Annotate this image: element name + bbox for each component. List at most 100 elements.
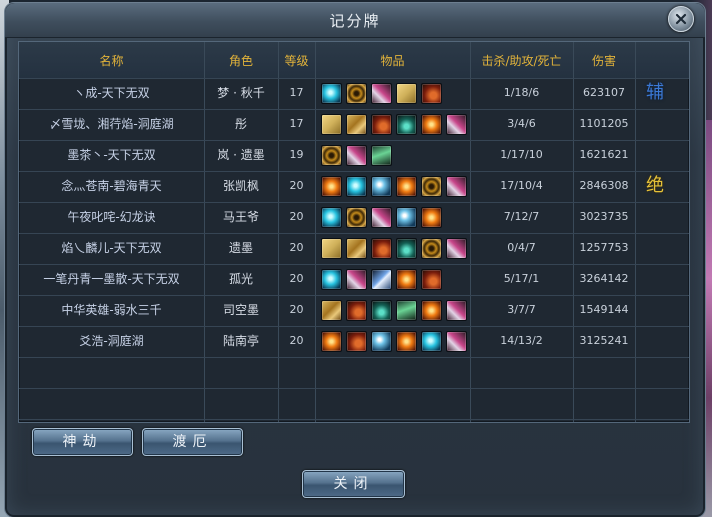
table-header: 名称 角色 等级 物品 击杀/助攻/死亡 伤害: [19, 42, 689, 78]
orb-item-icon[interactable]: [321, 82, 342, 104]
swirl-item-icon[interactable]: [346, 206, 367, 228]
fire-item-icon[interactable]: [396, 175, 417, 197]
player-level: 20: [289, 272, 304, 285]
header-items: 物品: [380, 54, 405, 68]
wings-item-icon[interactable]: [371, 206, 392, 228]
wings-item-icon[interactable]: [346, 144, 367, 166]
orb-item-icon[interactable]: [346, 175, 367, 197]
fire-item-icon[interactable]: [321, 175, 342, 197]
knot-item-icon[interactable]: [346, 237, 367, 259]
gourd-item-icon[interactable]: [346, 299, 367, 321]
player-role: 孤光: [228, 272, 253, 286]
scroll-item-icon[interactable]: [396, 82, 417, 104]
row-divider: [19, 109, 689, 110]
shenjie-button[interactable]: 神劫: [32, 428, 133, 456]
player-damage: 1621621: [579, 148, 629, 161]
close-icon[interactable]: [668, 6, 694, 32]
fire-item-icon[interactable]: [396, 330, 417, 352]
wings-item-icon[interactable]: [446, 299, 467, 321]
swirl-item-icon[interactable]: [421, 175, 442, 197]
player-damage: 1101205: [579, 117, 629, 130]
wings-item-icon[interactable]: [446, 330, 467, 352]
due-button[interactable]: 渡厄: [142, 428, 243, 456]
player-level: 17: [289, 117, 304, 130]
bottle-item-icon[interactable]: [396, 299, 417, 321]
header-role: 角色: [228, 54, 253, 68]
gourd-item-icon[interactable]: [421, 82, 442, 104]
scroll-item-icon[interactable]: [321, 237, 342, 259]
swirl-item-icon[interactable]: [346, 82, 367, 104]
wings-item-icon[interactable]: [371, 82, 392, 104]
orb-item-icon[interactable]: [321, 268, 342, 290]
knot-item-icon[interactable]: [321, 299, 342, 321]
header-kda: 击杀/助攻/死亡: [481, 54, 562, 68]
row-divider: [19, 357, 689, 358]
unrivaled-badge: 绝: [646, 175, 664, 196]
row-divider: [19, 202, 689, 203]
title-bar: 记分牌: [5, 3, 705, 38]
player-name: 〆雪垅、湘荇焰-洞庭湖: [49, 117, 174, 131]
scroll-item-icon[interactable]: [321, 113, 342, 135]
player-level: 20: [289, 334, 304, 347]
wave-item-icon[interactable]: [371, 175, 392, 197]
player-role: 梦 · 秋千: [217, 86, 265, 100]
row-divider: [19, 171, 689, 172]
wave-item-icon[interactable]: [371, 330, 392, 352]
player-role: 彤: [234, 117, 247, 131]
fire-item-icon[interactable]: [421, 299, 442, 321]
item-slots: [315, 326, 467, 356]
header-name: 名称: [99, 54, 124, 68]
player-kda: 1/17/10: [500, 148, 543, 161]
blade-item-icon[interactable]: [371, 268, 392, 290]
knot-item-icon[interactable]: [346, 113, 367, 135]
player-name: 焰乀麟儿-天下无双: [61, 241, 162, 255]
wings-item-icon[interactable]: [346, 268, 367, 290]
gourd-item-icon[interactable]: [371, 113, 392, 135]
orb-item-icon[interactable]: [421, 330, 442, 352]
swirl-item-icon[interactable]: [421, 237, 442, 259]
player-name: 念灬苍南-碧海青天: [61, 179, 162, 193]
potion-item-icon[interactable]: [396, 237, 417, 259]
wave-item-icon[interactable]: [396, 206, 417, 228]
gourd-item-icon[interactable]: [421, 268, 442, 290]
player-name: 午夜叱咤-幻龙诀: [67, 210, 156, 224]
wings-item-icon[interactable]: [446, 237, 467, 259]
player-kda: 7/12/7: [503, 210, 540, 223]
player-level: 17: [289, 86, 304, 99]
wings-item-icon[interactable]: [446, 175, 467, 197]
window-title: 记分牌: [329, 12, 381, 30]
scoreboard-table: 名称 角色 等级 物品 击杀/助攻/死亡 伤害 ヽ成-天下无双 梦 · 秋千 17 1…: [18, 41, 690, 423]
gourd-item-icon[interactable]: [346, 330, 367, 352]
player-kda: 5/17/1: [503, 272, 540, 285]
column-divider: [470, 42, 471, 422]
item-slots: [315, 78, 442, 108]
item-slots: [315, 109, 467, 139]
item-slots: [315, 233, 467, 263]
fire-item-icon[interactable]: [421, 113, 442, 135]
fire-item-icon[interactable]: [396, 268, 417, 290]
orb-item-icon[interactable]: [321, 206, 342, 228]
item-slots: [315, 202, 442, 232]
bottle-item-icon[interactable]: [371, 144, 392, 166]
wings-item-icon[interactable]: [446, 113, 467, 135]
player-name: ヽ成-天下无双: [73, 86, 150, 100]
player-damage: 1257753: [579, 241, 629, 254]
row-divider: [19, 140, 689, 141]
player-damage: 3023735: [579, 210, 629, 223]
player-role: 司空墨: [222, 303, 259, 317]
player-role: 陆南亭: [222, 334, 259, 348]
gourd-item-icon[interactable]: [371, 237, 392, 259]
player-role: 遗墨: [228, 241, 253, 255]
fire-item-icon[interactable]: [321, 330, 342, 352]
potion-item-icon[interactable]: [371, 299, 392, 321]
player-kda: 14/13/2: [500, 334, 543, 347]
fire-item-icon[interactable]: [421, 206, 442, 228]
player-level: 20: [289, 210, 304, 223]
player-damage: 623107: [583, 86, 625, 99]
game-scene: 记分牌 名称 角色 等级 物品 击杀/助攻/死亡 伤害 ヽ成-天下无双 梦 · 秋…: [0, 0, 712, 517]
swirl-item-icon[interactable]: [321, 144, 342, 166]
player-role: 岚 · 遗墨: [217, 148, 265, 162]
potion-item-icon[interactable]: [396, 113, 417, 135]
close-button[interactable]: 关闭: [302, 470, 405, 498]
player-role: 张凯枫: [222, 179, 259, 193]
